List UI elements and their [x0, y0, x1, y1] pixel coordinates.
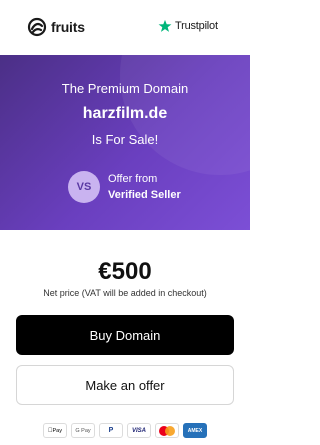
trustpilot-badge[interactable]: Trustpilot	[158, 19, 218, 33]
for-sale-text: Is For Sale!	[91, 132, 159, 147]
fruits-logo[interactable]: fruits	[27, 17, 85, 37]
price-note: Net price (VAT will be added in checkout…	[43, 288, 207, 298]
apple-pay-icon: Pay	[43, 423, 67, 438]
visa-icon: VISA	[127, 423, 151, 438]
hero-heading: The Premium Domain	[61, 81, 189, 96]
buy-domain-button[interactable]: Buy Domain	[16, 315, 234, 355]
trustpilot-star-icon	[158, 19, 172, 32]
amex-icon: AMEX	[183, 423, 207, 438]
fruits-logo-icon	[27, 17, 47, 37]
domain-name: harzfilm.de	[82, 105, 168, 122]
top-header: fruits Trustpilot	[0, 0, 250, 55]
trustpilot-label: Trustpilot	[175, 20, 218, 32]
hero-banner: The Premium Domain harzfilm.de Is For Sa…	[0, 55, 250, 230]
verified-seller-avatar: VS	[68, 171, 100, 203]
mastercard-icon	[155, 423, 179, 438]
paypal-icon: P	[99, 423, 123, 438]
offer-from-label: Offer from	[108, 173, 158, 185]
payment-methods: Pay G Pay P VISA AMEX	[0, 423, 250, 438]
google-pay-icon: G Pay	[71, 423, 95, 438]
price: €500	[98, 258, 152, 285]
seller-name: Verified Seller	[108, 189, 181, 201]
make-offer-button[interactable]: Make an offer	[16, 365, 234, 405]
logo-text: fruits	[51, 19, 85, 35]
